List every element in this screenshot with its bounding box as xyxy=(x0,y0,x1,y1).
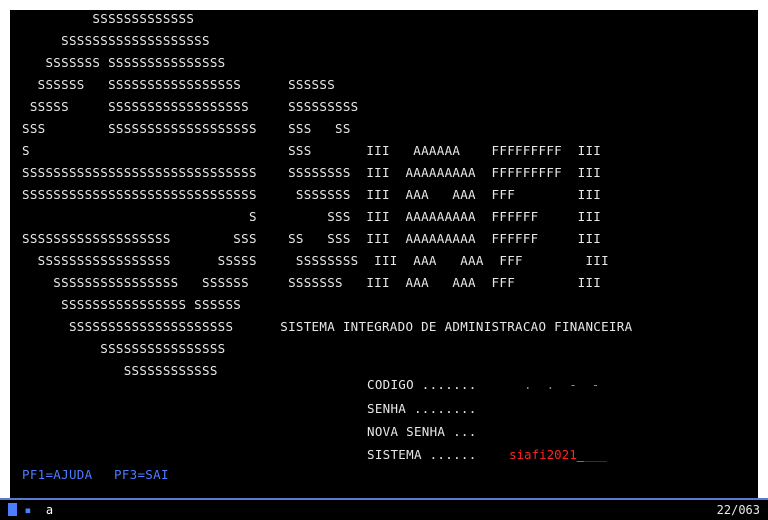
pf1-help-key[interactable]: PF1=AJUDA xyxy=(22,466,92,484)
status-divider xyxy=(0,498,768,500)
system-title: SSSSSSSSSSSSSSSSSSSSS SISTEMA INTEGRADO … xyxy=(22,319,633,334)
status-left: ▪ a xyxy=(8,503,53,517)
sistema-fill: ___ xyxy=(584,447,607,462)
sistema-value: siafi2021 xyxy=(509,447,577,462)
senha-field[interactable] xyxy=(509,400,629,418)
nova-senha-label: NOVA SENHA ... xyxy=(367,424,477,439)
sistema-field[interactable]: siafi2021____ xyxy=(509,446,607,464)
sistema-label: SISTEMA ...... xyxy=(367,447,477,462)
banner-line: S SSS III AAAAAAAAA FFFFFF III xyxy=(22,209,602,224)
codigo-field[interactable]: . . - - xyxy=(509,376,599,394)
banner-line: SSSSSSSSSSSSSSSS SSSSSS SSSSSSS III AAA … xyxy=(22,275,602,290)
banner-line: SSSSSS SSSSSSSSSSSSSSSSS SSSSSS xyxy=(22,77,336,92)
banner-line: SSSSSSSSSSSSSSSS xyxy=(22,341,226,356)
senha-label: SENHA ........ xyxy=(367,401,477,416)
banner-line: SSSSSSSSSSSSSSSSSSS xyxy=(22,33,210,48)
cursor-position: 22/063 xyxy=(716,503,760,517)
status-bar: ▪ a 22/063 xyxy=(0,498,768,520)
pf3-exit-key[interactable]: PF3=SAI xyxy=(114,466,169,484)
banner-line: SSSSSSS SSSSSSSSSSSSSSS xyxy=(22,55,226,70)
terminal-screen: SSSSSSSSSSSSS SSSSSSSSSSSSSSSSSSS SSSSSS… xyxy=(10,10,758,498)
banner-line: SSSSSSSSSSSS xyxy=(22,363,218,378)
banner-line: SSSSSSSSSSSSSSSS SSSSSS xyxy=(22,297,242,312)
banner-line: SSSSSSSSSSSSSSSSSSS SSS SS SSS III AAAAA… xyxy=(22,231,602,246)
banner-line: SSSSSSSSSSSSSSSSSSSSSSSSSSSSSS SSSSSSS I… xyxy=(22,187,602,202)
banner-line: SSSSSSSSSSSSSSSSS SSSSS SSSSSSSS III AAA… xyxy=(22,253,609,268)
banner-line: SSS SSSSSSSSSSSSSSSSSSS SSS SS xyxy=(22,121,351,136)
codigo-label: CODIGO ....... xyxy=(367,377,477,392)
banner-line: SSSSSSSSSSSSS xyxy=(22,11,195,26)
status-text: a xyxy=(45,503,54,517)
nova-senha-field[interactable] xyxy=(509,423,629,441)
keyboard-lock-icon xyxy=(8,503,17,516)
banner-line: S SSS III AAAAAA FFFFFFFFF III xyxy=(22,143,602,158)
banner-line: SSSSS SSSSSSSSSSSSSSSSSS SSSSSSSSS xyxy=(22,99,359,114)
status-indicator-icon: ▪ xyxy=(17,503,46,517)
banner-line: SSSSSSSSSSSSSSSSSSSSSSSSSSSSSS SSSSSSSS … xyxy=(22,165,602,180)
